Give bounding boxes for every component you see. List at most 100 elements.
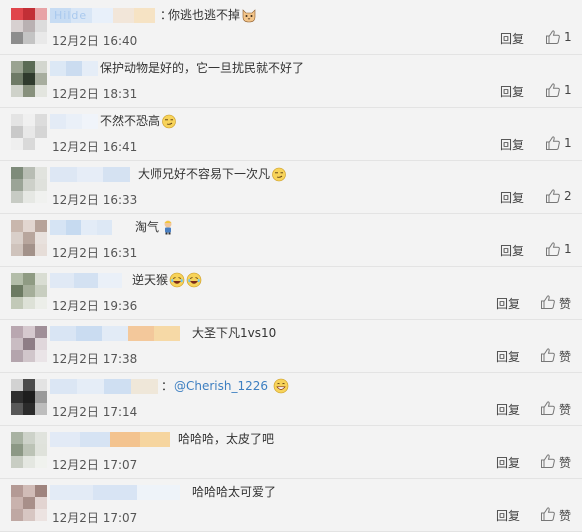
- username-pixel: [82, 61, 98, 76]
- like-count[interactable]: 1: [564, 30, 572, 44]
- avatar-pixel: [11, 244, 23, 256]
- avatar-pixel: [35, 456, 47, 468]
- comment-text: 保护动物是好的，它一旦扰民就不好了: [100, 59, 304, 77]
- reply-button[interactable]: 回复: [500, 189, 524, 206]
- comment-text: 大圣下凡1vs10: [192, 324, 276, 342]
- avatar[interactable]: [11, 167, 47, 203]
- avatar-pixel: [35, 167, 47, 179]
- laugh-icon: [186, 272, 202, 288]
- thumbs-up-icon[interactable]: [540, 347, 556, 363]
- avatar-pixel: [35, 391, 47, 403]
- comment-text: 大师兄好不容易下一次凡: [138, 165, 287, 183]
- like-count[interactable]: 2: [564, 189, 572, 203]
- comment-body: 大圣下凡1vs10: [192, 326, 277, 340]
- avatar-pixel: [35, 179, 47, 191]
- avatar-pixel: [11, 114, 23, 126]
- thumbs-up-icon[interactable]: [545, 188, 561, 204]
- thumbs-up-icon[interactable]: [540, 453, 556, 469]
- avatar-pixel: [11, 167, 23, 179]
- like-count[interactable]: 赞: [559, 348, 571, 365]
- comment-row: 逆天猴 12月2日 19:36 回复 赞: [0, 267, 582, 320]
- avatar-pixel: [23, 138, 35, 150]
- avatar[interactable]: [11, 326, 47, 362]
- reply-button[interactable]: 回复: [500, 30, 524, 47]
- like-count[interactable]: 赞: [559, 401, 571, 418]
- reply-button[interactable]: 回复: [496, 401, 520, 418]
- username[interactable]: [50, 167, 130, 182]
- username-pixel: [80, 432, 110, 447]
- avatar-pixel: [35, 297, 47, 309]
- avatar[interactable]: [11, 379, 47, 415]
- username-pixel: [102, 326, 128, 341]
- thumbs-up-icon[interactable]: [545, 135, 561, 151]
- timestamp: 12月2日 18:31: [52, 87, 138, 101]
- like-count[interactable]: 1: [564, 242, 572, 256]
- reply-button[interactable]: 回复: [496, 348, 520, 365]
- avatar-pixel: [35, 232, 47, 244]
- reply-button[interactable]: 回复: [496, 295, 520, 312]
- like-count[interactable]: 1: [564, 136, 572, 150]
- reply-button[interactable]: 回复: [500, 136, 524, 153]
- reply-button[interactable]: 回复: [496, 507, 520, 524]
- comment-text: 哈哈哈太可爱了: [192, 483, 276, 501]
- username-pixel: [113, 8, 134, 23]
- mention-link[interactable]: @Cherish_1226: [174, 377, 268, 395]
- avatar-pixel: [11, 444, 23, 456]
- username[interactable]: [50, 273, 122, 288]
- username[interactable]: Hilde: [50, 8, 155, 23]
- avatar-pixel: [35, 32, 47, 44]
- avatar[interactable]: [11, 8, 47, 44]
- avatar-pixel: [35, 379, 47, 391]
- avatar[interactable]: [11, 432, 47, 468]
- username[interactable]: [50, 432, 170, 447]
- avatar[interactable]: [11, 273, 47, 309]
- username[interactable]: [50, 485, 180, 500]
- avatar[interactable]: [11, 485, 47, 521]
- laugh-icon: [169, 272, 185, 288]
- reply-button[interactable]: 回复: [500, 83, 524, 100]
- thumbs-up-icon[interactable]: [540, 400, 556, 416]
- avatar-pixel: [23, 285, 35, 297]
- thumbs-up-icon[interactable]: [540, 294, 556, 310]
- username[interactable]: [50, 114, 98, 129]
- comment-row: 不然不恐高 12月2日 16:41 回复 1: [0, 108, 582, 161]
- avatar-pixel: [11, 509, 23, 521]
- avatar[interactable]: [11, 220, 47, 256]
- thumbs-up-icon[interactable]: [545, 82, 561, 98]
- username[interactable]: [50, 220, 112, 235]
- thumbs-up-icon[interactable]: [540, 506, 556, 522]
- avatar-pixel: [11, 232, 23, 244]
- avatar-pixel: [11, 379, 23, 391]
- timestamp: 12月2日 16:40: [52, 34, 138, 48]
- thumbs-up-icon[interactable]: [545, 241, 561, 257]
- reply-button[interactable]: 回复: [496, 454, 520, 471]
- like-count[interactable]: 赞: [559, 507, 571, 524]
- like-count[interactable]: 赞: [559, 454, 571, 471]
- avatar[interactable]: [11, 114, 47, 150]
- timestamp: 12月2日 17:07: [52, 458, 138, 472]
- avatar-pixel: [23, 20, 35, 32]
- avatar-pixel: [35, 326, 47, 338]
- avatar-pixel: [11, 8, 23, 20]
- comment-row: 哈哈哈，太皮了吧 12月2日 17:07 回复 赞: [0, 426, 582, 479]
- avatar-pixel: [35, 444, 47, 456]
- username[interactable]: [50, 61, 98, 76]
- avatar-pixel: [11, 338, 23, 350]
- username-pixel: [82, 114, 98, 129]
- username-pixel: [50, 167, 77, 182]
- avatar-pixel: [23, 379, 35, 391]
- username-pixel: [50, 379, 77, 394]
- timestamp: 12月2日 17:38: [52, 352, 138, 366]
- avatar-pixel: [23, 338, 35, 350]
- username[interactable]: [50, 379, 158, 394]
- comment-row: 哈哈哈太可爱了 12月2日 17:07 回复 赞: [0, 479, 582, 532]
- like-count[interactable]: 赞: [559, 295, 571, 312]
- comment-row: Hilde：你逃也逃不掉 12月2日 16:40 回复 1: [0, 2, 582, 55]
- like-count[interactable]: 1: [564, 83, 572, 97]
- avatar-pixel: [11, 497, 23, 509]
- thumbs-up-icon[interactable]: [545, 29, 561, 45]
- avatar-pixel: [11, 285, 23, 297]
- avatar[interactable]: [11, 61, 47, 97]
- reply-button[interactable]: 回复: [500, 242, 524, 259]
- username[interactable]: [50, 326, 180, 341]
